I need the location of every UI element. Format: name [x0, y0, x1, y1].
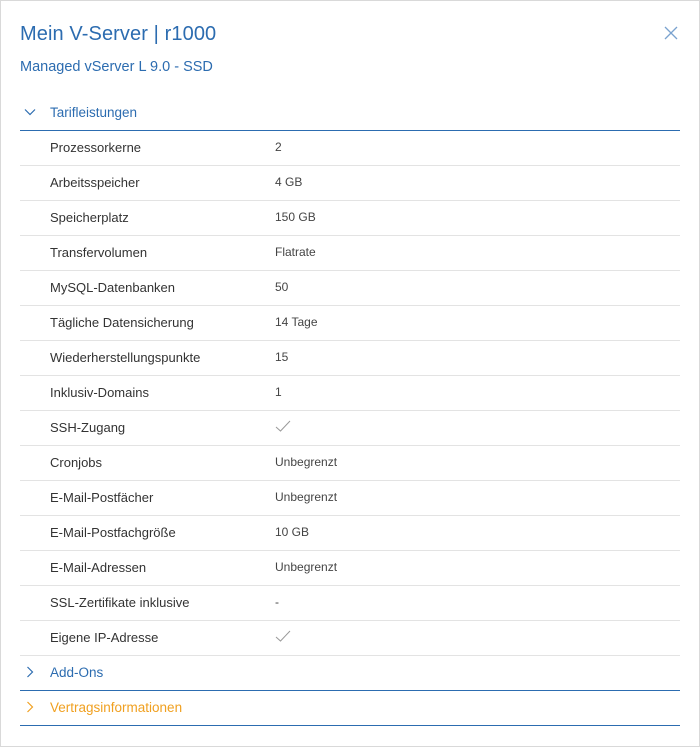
feature-value: 15	[275, 350, 289, 364]
feature-row: E-Mail-Postfächer Unbegrenzt	[20, 481, 680, 516]
section-tarifleistungen[interactable]: Tarifleistungen	[20, 96, 680, 131]
feature-row: Transfervolumen Flatrate	[20, 236, 680, 271]
section-add-ons[interactable]: Add-Ons	[20, 656, 680, 691]
feature-label: Tägliche Datensicherung	[50, 315, 194, 330]
section-vertragsinformationen[interactable]: Vertragsinformationen	[20, 691, 680, 726]
feature-row: E-Mail-Adressen Unbegrenzt	[20, 551, 680, 586]
close-icon	[664, 26, 678, 40]
section-label: Add-Ons	[50, 665, 104, 680]
feature-value: 1	[275, 385, 282, 399]
feature-value: Unbegrenzt	[275, 490, 338, 504]
feature-value: 10 GB	[275, 525, 310, 539]
features-list: Prozessorkerne 2 Arbeitsspeicher 4 GB Speich…	[20, 131, 680, 656]
feature-label: Wiederherstellungspunkte	[50, 350, 201, 365]
feature-row: Prozessorkerne 2	[20, 131, 680, 166]
feature-row: Inklusiv-Domains 1	[20, 376, 680, 411]
feature-row: E-Mail-Postfachgröße 10 GB	[20, 516, 680, 551]
feature-row: Wiederherstellungspunkte 15	[20, 341, 680, 376]
feature-row: SSH-Zugang	[20, 411, 680, 446]
feature-value: 2	[275, 140, 282, 154]
chevron-right-icon	[27, 666, 34, 678]
feature-row: Speicherplatz 150 GB	[20, 201, 680, 236]
checkmark-icon	[275, 629, 291, 646]
feature-label: Cronjobs	[50, 455, 103, 470]
feature-label: Arbeitsspeicher	[50, 175, 140, 190]
feature-value: -	[275, 595, 279, 609]
feature-value: 4 GB	[275, 175, 303, 189]
feature-label: SSL-Zertifikate inklusive	[50, 595, 190, 610]
feature-label: Speicherplatz	[50, 210, 129, 225]
feature-value: 50	[275, 280, 289, 294]
checkmark-icon	[275, 419, 291, 436]
section-label: Tarifleistungen	[50, 105, 138, 120]
chevron-right-icon	[27, 701, 34, 713]
feature-label: E-Mail-Adressen	[50, 560, 147, 575]
feature-value: Flatrate	[275, 245, 316, 259]
section-label: Vertragsinformationen	[50, 700, 183, 715]
feature-label: MySQL-Datenbanken	[50, 280, 176, 295]
feature-value: Unbegrenzt	[275, 560, 338, 574]
feature-value: Unbegrenzt	[275, 455, 338, 469]
feature-label: Inklusiv-Domains	[50, 385, 149, 400]
feature-row: Cronjobs Unbegrenzt	[20, 446, 680, 481]
panel-subtitle: Managed vServer L 9.0 - SSD	[20, 59, 213, 75]
feature-row: Arbeitsspeicher 4 GB	[20, 166, 680, 201]
feature-row: Tägliche Datensicherung 14 Tage	[20, 306, 680, 341]
feature-label: SSH-Zugang	[50, 420, 126, 435]
chevron-down-icon	[24, 109, 36, 116]
feature-label: Eigene IP-Adresse	[50, 630, 159, 645]
panel-title: Mein V-Server | r1000	[20, 23, 217, 45]
feature-row: Eigene IP-Adresse	[20, 621, 680, 656]
feature-row: MySQL-Datenbanken 50	[20, 271, 680, 306]
feature-label: Prozessorkerne	[50, 140, 142, 155]
feature-row: SSL-Zertifikate inklusive -	[20, 586, 680, 621]
close-button[interactable]	[663, 25, 679, 41]
feature-label: E-Mail-Postfächer	[50, 490, 154, 505]
feature-value: 14 Tage	[275, 315, 318, 329]
feature-value: 150 GB	[275, 210, 316, 224]
feature-label: E-Mail-Postfachgröße	[50, 525, 176, 540]
server-details-panel: Mein V-Server | r1000 Managed vServer L …	[0, 0, 700, 747]
feature-label: Transfervolumen	[50, 245, 148, 260]
